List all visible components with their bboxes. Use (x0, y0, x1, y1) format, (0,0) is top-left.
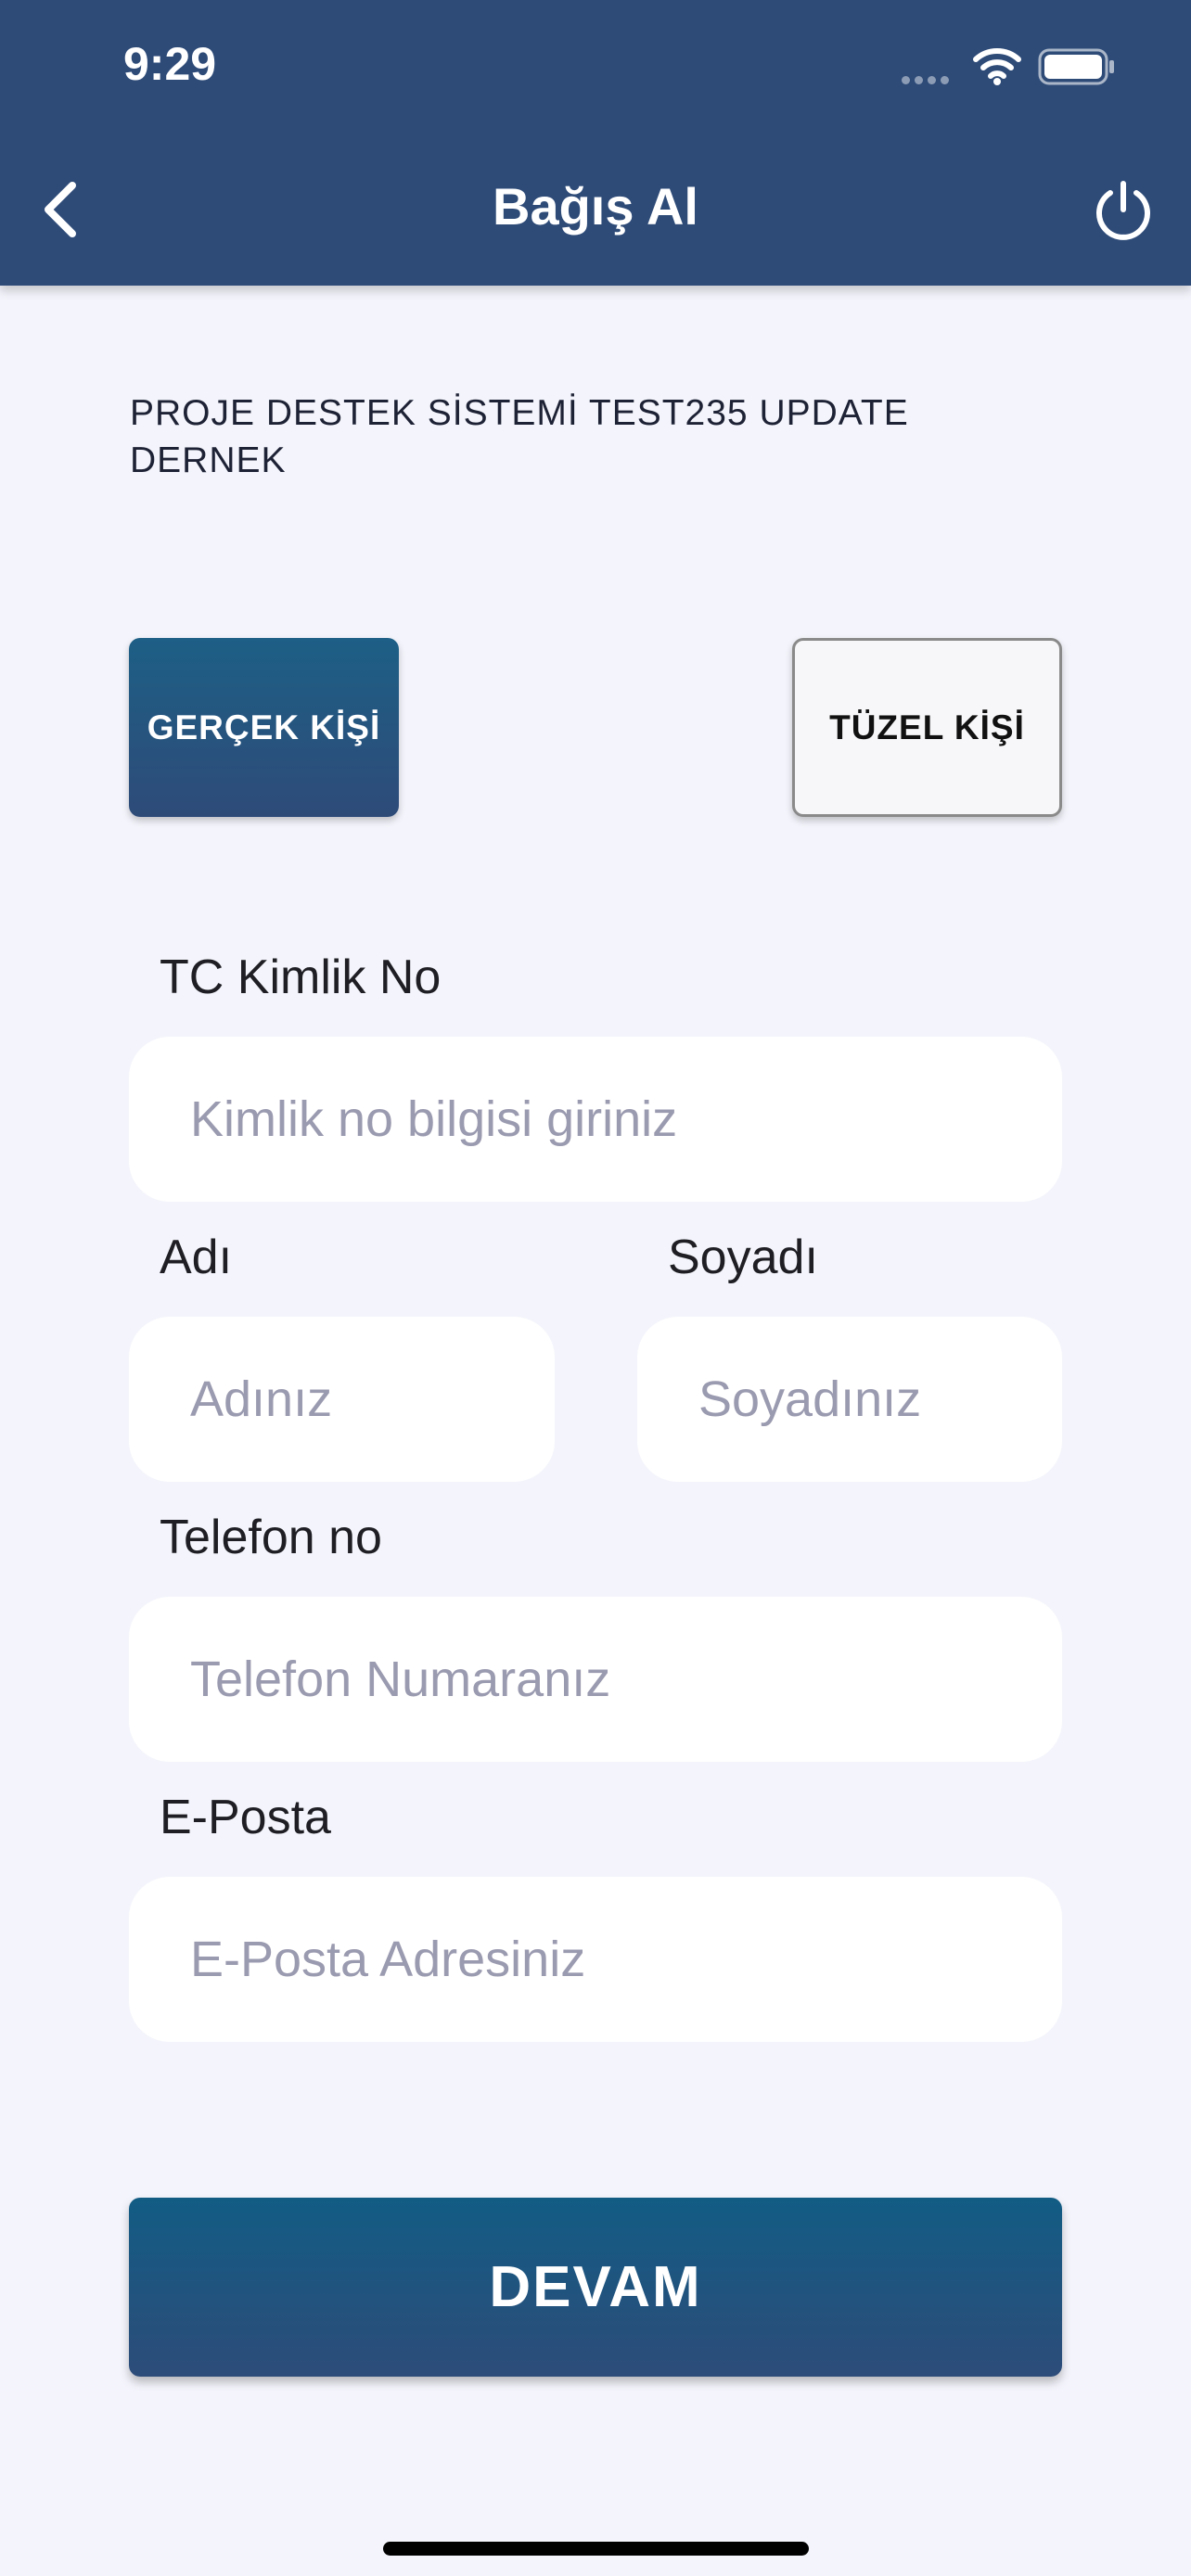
real-person-button[interactable]: GERÇEK KİŞİ (129, 638, 399, 817)
status-time: 9:29 (123, 38, 217, 90)
phone-input[interactable] (129, 1597, 1062, 1762)
last-name-label: Soyadı (668, 1231, 818, 1284)
last-name-input[interactable] (637, 1317, 1062, 1482)
first-name-label: Adı (160, 1231, 233, 1284)
page-title: Bağış Al (493, 177, 698, 236)
home-indicator (383, 2542, 809, 2556)
continue-button[interactable]: DEVAM (129, 2198, 1062, 2377)
wifi-icon (973, 48, 1021, 85)
tc-input[interactable] (129, 1037, 1062, 1202)
power-icon[interactable] (1093, 178, 1154, 243)
organization-name: PROJE DESTEK SİSTEMİ TEST235 UPDATE DERN… (130, 393, 909, 480)
email-label: E-Posta (160, 1791, 331, 1844)
app-header: 9:29 Bağış Al (0, 0, 1191, 286)
phone-label: Telefon no (160, 1511, 382, 1564)
legal-entity-button[interactable]: TÜZEL KİŞİ (792, 638, 1062, 817)
cellular-signal-icon (902, 72, 954, 89)
tc-label: TC Kimlik No (160, 950, 442, 1004)
battery-icon (1038, 48, 1114, 85)
email-input[interactable] (129, 1877, 1062, 2042)
first-name-input[interactable] (129, 1317, 555, 1482)
